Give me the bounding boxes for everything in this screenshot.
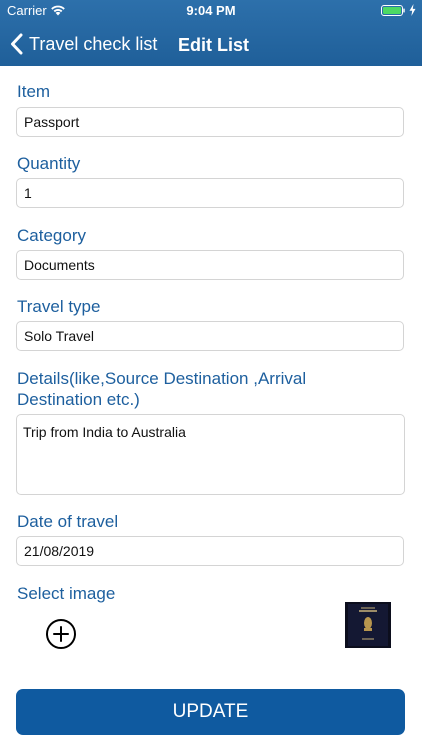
chevron-left-icon <box>11 33 23 55</box>
travel-type-label: Travel type <box>17 297 101 316</box>
category-field[interactable]: Documents <box>16 250 404 280</box>
quantity-label: Quantity <box>17 154 81 173</box>
travel-type-field[interactable]: Solo Travel <box>16 321 404 351</box>
select-image-label: Select image <box>17 584 116 603</box>
date-field[interactable]: 21/08/2019 <box>16 536 404 566</box>
edit-list-screen: Carrier 9:04 PM Travel check list Edit L… <box>0 0 422 750</box>
item-field[interactable]: Passport <box>16 107 404 137</box>
back-label: Travel check list <box>29 34 158 54</box>
header: Carrier 9:04 PM Travel check list Edit L… <box>0 0 422 66</box>
battery-icon <box>381 5 405 16</box>
navigation-bar: Travel check list Edit List <box>0 22 422 66</box>
status-bar: Carrier 9:04 PM <box>0 0 422 22</box>
details-textarea[interactable]: Trip from India to Australia <box>16 414 405 495</box>
plus-circle-icon[interactable] <box>45 618 77 650</box>
details-label: Details(like,Source Destination ,Arrival… <box>17 369 307 409</box>
back-button[interactable]: Travel check list <box>10 31 157 57</box>
update-button[interactable]: UPDATE <box>16 689 405 735</box>
page-title: Edit List <box>178 35 249 55</box>
quantity-field[interactable]: 1 <box>16 178 404 208</box>
date-label: Date of travel <box>17 512 119 531</box>
passport-cover-thumbnail[interactable] <box>345 602 391 648</box>
charging-bolt-icon <box>409 4 416 16</box>
item-label: Item <box>17 82 51 101</box>
status-time: 9:04 PM <box>186 3 236 18</box>
category-label: Category <box>17 226 86 245</box>
